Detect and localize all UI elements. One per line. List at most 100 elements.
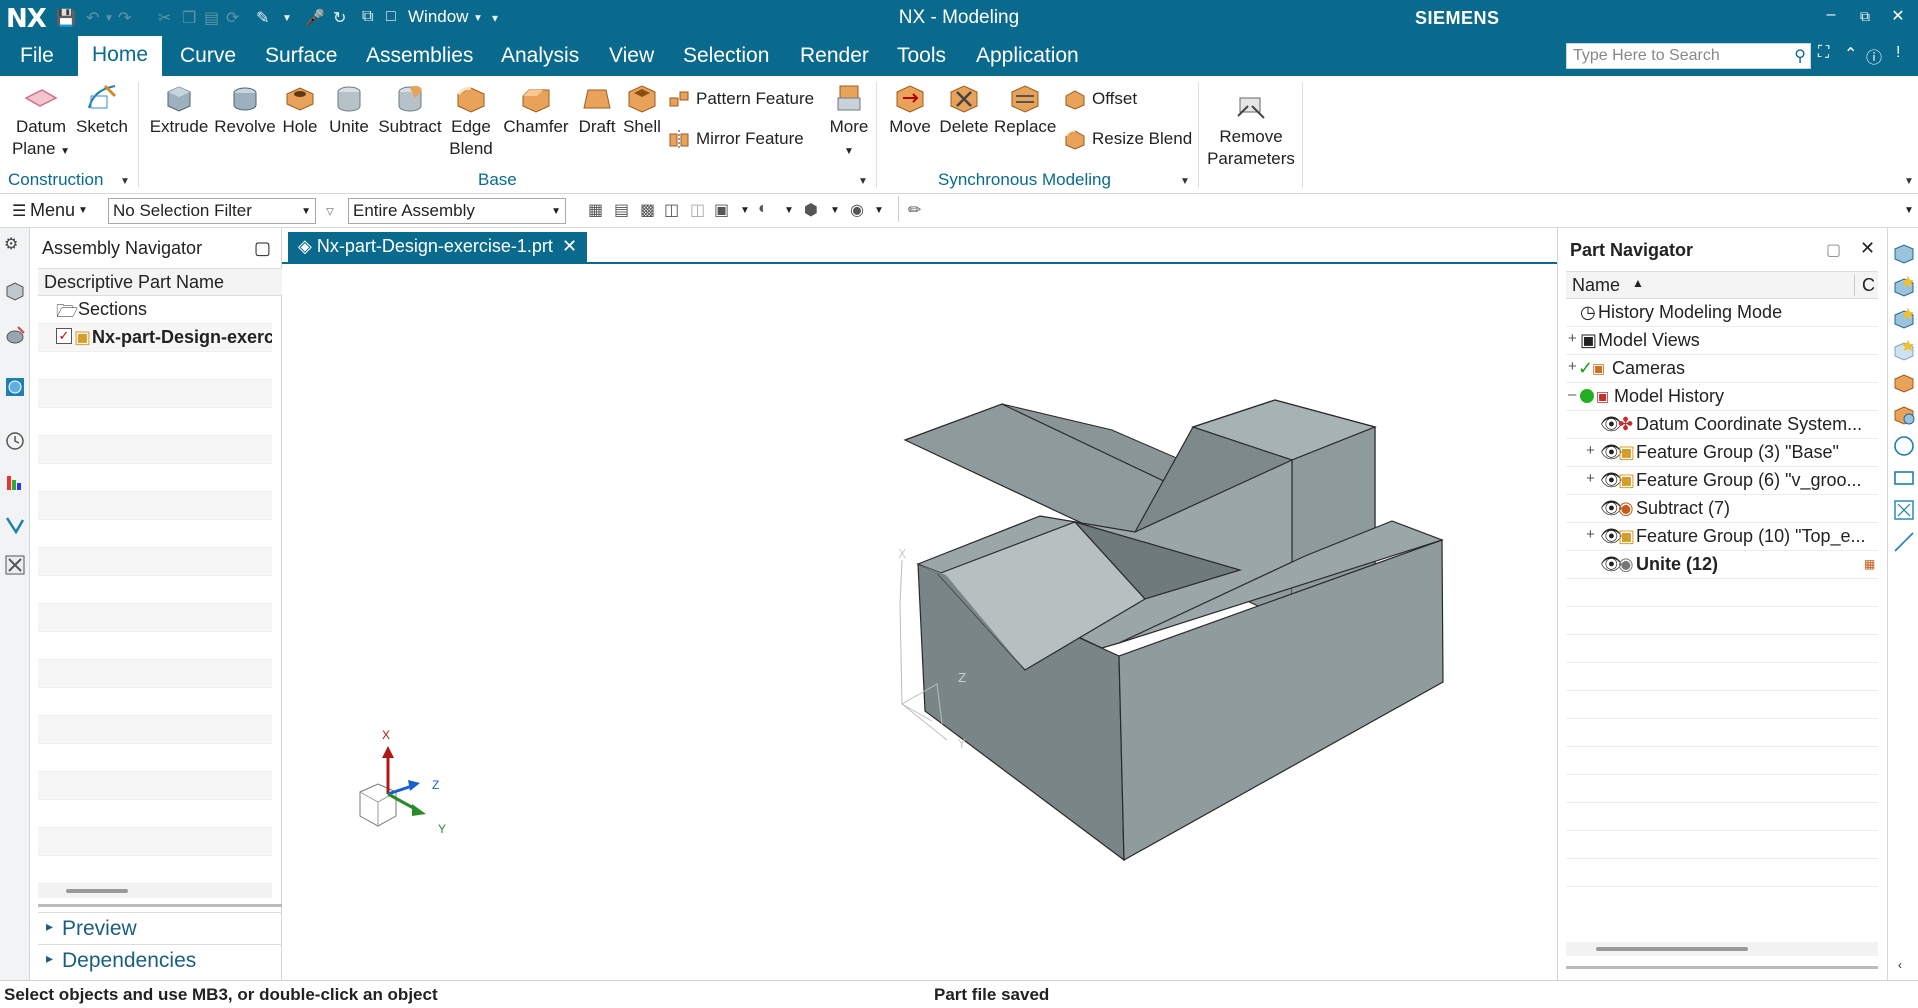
sketch-button[interactable]: Sketch — [74, 78, 130, 138]
panel-splitter[interactable] — [1566, 966, 1878, 969]
orient-view-dropdown-icon[interactable]: ▼ — [830, 205, 840, 216]
shell-button[interactable]: Shell — [620, 78, 664, 138]
cut-icon[interactable]: ✂ — [158, 8, 171, 28]
extrude-button[interactable]: Extrude — [148, 78, 210, 138]
redo-icon[interactable]: ↷ — [118, 8, 131, 28]
part-visibility-checkbox[interactable]: ✓ — [56, 328, 72, 344]
construction-group-dropdown-icon[interactable]: ▼ — [120, 176, 130, 187]
replace-face-button[interactable]: Replace — [994, 78, 1056, 138]
panel-splitter[interactable] — [38, 904, 282, 907]
tree-row-unite[interactable]: 👁 ◉ Unite (12) ▦ — [1566, 551, 1878, 579]
undo-icon[interactable]: ↶ — [86, 8, 99, 28]
subtract-button[interactable]: Subtract — [376, 78, 444, 138]
roles-icon[interactable] — [4, 472, 26, 494]
settings-gear-icon[interactable]: ⚙ — [4, 234, 26, 256]
revolve-button[interactable]: Revolve — [214, 78, 276, 138]
select-features-icon[interactable]: ▦ — [588, 200, 603, 220]
resize-blend-button[interactable]: Resize Blend — [1064, 128, 1192, 150]
tree-row-datum-csys[interactable]: 👁 ✤ Datum Coordinate System... — [1566, 411, 1878, 439]
tree-row-feature-group-base[interactable]: + 👁 ▣ Feature Group (3) "Base" — [1566, 439, 1878, 467]
assembly-navigator-icon[interactable] — [4, 280, 26, 302]
offset-face-button[interactable]: Offset — [1064, 88, 1137, 110]
fit-dropdown-icon[interactable]: ▼ — [740, 205, 750, 216]
show-hide-icon[interactable]: ◉ — [850, 200, 864, 220]
render-style-icon[interactable]: ◐ — [758, 200, 768, 218]
repeat-command-icon[interactable]: ⟳ — [226, 8, 239, 28]
dependencies-section[interactable]: ▸ Dependencies — [38, 944, 282, 976]
menu-button[interactable]: Menu — [30, 200, 75, 221]
reuse-library-icon[interactable] — [4, 514, 26, 536]
minimize-icon[interactable]: – — [1820, 6, 1842, 24]
tree-row-model-views[interactable]: + ▣ Model Views — [1566, 327, 1878, 355]
tab-curve[interactable]: Curve — [180, 44, 236, 68]
switch-window-icon[interactable]: ⧉ — [362, 8, 373, 26]
menu-dropdown-icon[interactable]: ▼ — [78, 205, 88, 216]
view-triad[interactable] — [359, 746, 426, 827]
save-icon[interactable]: 💾 — [56, 8, 76, 28]
expand-icon[interactable]: + — [1568, 330, 1577, 347]
sort-ascending-icon[interactable]: ▲ — [1632, 276, 1644, 290]
close-tab-icon[interactable]: ✕ — [562, 236, 577, 256]
model-viewport[interactable]: X Y Z — [282, 264, 1557, 980]
draft-button[interactable]: Draft — [574, 78, 620, 138]
chamfer-button[interactable]: Chamfer — [500, 78, 572, 138]
expand-icon[interactable]: + — [1586, 442, 1595, 459]
tree-row-subtract[interactable]: 👁 ◉ Subtract (7) — [1566, 495, 1878, 523]
window-icon[interactable]: □ — [386, 8, 396, 26]
mirror-feature-button[interactable]: Mirror Feature — [668, 128, 804, 150]
maximize-panel-icon[interactable]: ▢ — [1826, 240, 1841, 260]
copy-icon[interactable]: ❐ — [182, 8, 196, 28]
microphone-icon[interactable]: 🎤 — [305, 8, 325, 28]
datum-plane-dropdown-icon[interactable]: ▼ — [60, 146, 70, 157]
more-dropdown-icon[interactable]: ▼ — [844, 146, 854, 157]
history-icon[interactable] — [4, 430, 26, 452]
touch-mode-icon[interactable]: ✎ — [256, 8, 269, 28]
search-icon[interactable]: ⚲ — [1794, 46, 1806, 66]
scrollbar-thumb[interactable] — [66, 889, 128, 893]
expand-icon[interactable]: + — [1586, 470, 1595, 487]
horizontal-scrollbar[interactable] — [38, 884, 272, 898]
collapse-ribbon-icon[interactable]: ⌃ — [1844, 44, 1857, 64]
collapse-resource-bar-icon[interactable]: ‹ — [1898, 958, 1902, 972]
refresh-icon[interactable]: ↻ — [333, 8, 346, 28]
expand-icon[interactable]: + — [1586, 526, 1595, 543]
document-tab[interactable]: ◈ Nx-part-Design-exercise-1.prt ✕ — [288, 232, 588, 262]
horizontal-scrollbar[interactable] — [1566, 942, 1878, 956]
restore-icon[interactable]: ⧉ — [1854, 8, 1876, 25]
remove-parameters-button[interactable]: Remove Parameters — [1204, 88, 1298, 170]
tab-application[interactable]: Application — [976, 44, 1079, 68]
tab-surface[interactable]: Surface — [265, 44, 337, 68]
tree-row-model-history[interactable]: – ▣ Model History — [1566, 383, 1878, 411]
tab-tools[interactable]: Tools — [897, 44, 946, 68]
collapse-icon[interactable]: – — [1568, 386, 1576, 403]
search-input[interactable]: Type Here to Search ⚲ — [1566, 43, 1811, 69]
select-bodies-icon[interactable]: ▤ — [614, 200, 629, 220]
c-column-label[interactable]: C — [1862, 275, 1875, 296]
preview-section[interactable]: ▸ Preview — [38, 912, 282, 944]
tree-row-feature-group-top[interactable]: + 👁 ▣ Feature Group (10) "Top_e... — [1566, 523, 1878, 551]
tab-analysis[interactable]: Analysis — [501, 44, 579, 68]
tab-file[interactable]: File — [20, 44, 54, 68]
select-sheet-icon[interactable]: ◫ — [690, 200, 705, 220]
line-icon[interactable] — [1892, 530, 1916, 554]
tab-render[interactable]: Render — [800, 44, 869, 68]
favorite-views-icon[interactable] — [1892, 274, 1916, 298]
select-solid-icon[interactable]: ◫ — [664, 200, 679, 220]
tree-row-part[interactable]: ✓ ▣ Nx-part-Design-exerc — [38, 324, 272, 352]
orange-part-icon[interactable] — [1892, 370, 1916, 394]
base-group-dropdown-icon[interactable]: ▼ — [858, 176, 868, 187]
assembly-part-icon[interactable] — [1892, 402, 1916, 426]
render-style-dropdown-icon[interactable]: ▼ — [784, 205, 794, 216]
tab-selection[interactable]: Selection — [683, 44, 769, 68]
datum-plane-button[interactable]: Datum Plane ▼ — [10, 78, 72, 163]
part-model[interactable] — [903, 392, 1444, 862]
full-screen-icon[interactable]: ⛶ — [1818, 44, 1829, 62]
edge-blend-button[interactable]: Edge Blend — [446, 78, 496, 160]
touch-mode-dropdown-icon[interactable]: ▼ — [282, 13, 292, 24]
more-button[interactable]: More ▼ — [822, 78, 876, 163]
select-faces-icon[interactable]: ▩ — [640, 200, 655, 220]
fit-icon[interactable]: ▣ — [714, 200, 729, 220]
close-window-icon[interactable]: ✕ — [1887, 6, 1909, 26]
measure-icon[interactable]: ✏ — [908, 200, 921, 220]
menu-hamburger-icon[interactable]: ☰ — [12, 201, 26, 221]
